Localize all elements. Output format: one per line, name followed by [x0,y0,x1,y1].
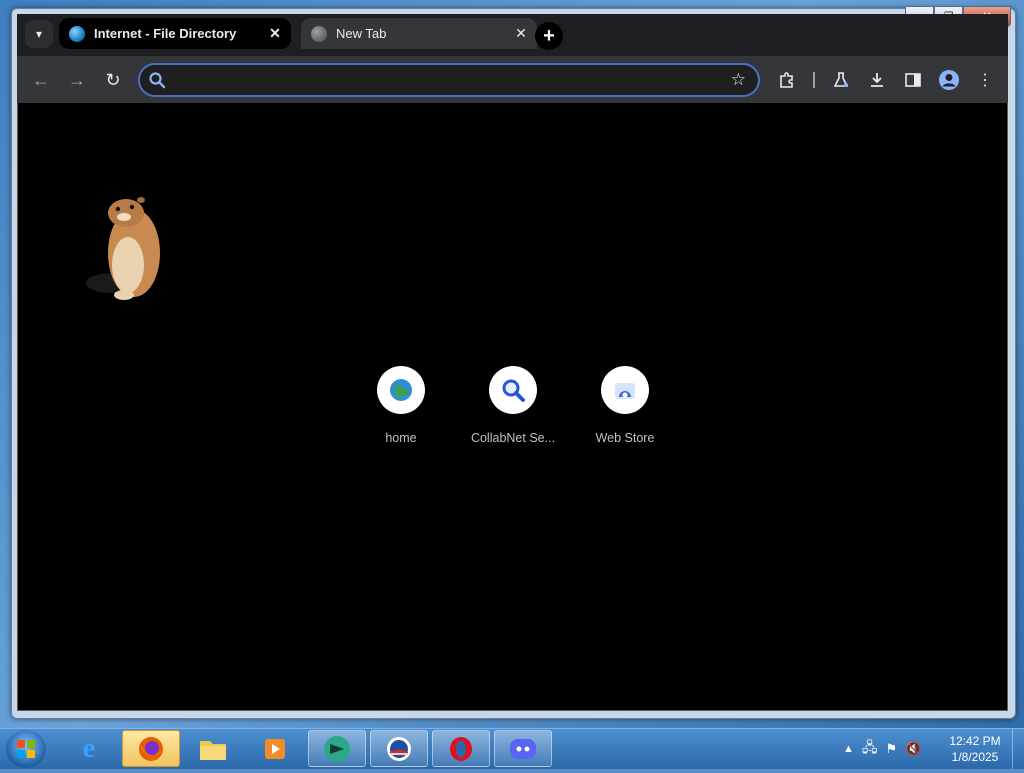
shortcut-tile[interactable] [377,366,425,414]
media-player-icon [265,738,285,759]
reload-button[interactable]: ↻ [101,68,125,92]
opera-icon [450,736,472,761]
download-icon [871,73,883,87]
address-bar[interactable]: ☆ [138,63,760,97]
tab-strip: ▾ Internet - File Directory ✕ New Tab ✕ … [17,14,1008,56]
folder-icon [200,740,226,760]
shortcut-web-store[interactable]: Web Store [569,366,681,445]
toolbar-divider [813,72,815,88]
clock-time: 12:42 PM [949,734,1001,748]
tray-expand-icon[interactable]: ▲ [843,743,854,755]
globe-icon [390,379,412,401]
obama-logo-icon [387,736,411,761]
shortcut-label: CollabNet Se... [470,431,556,445]
taskbar-file-explorer[interactable] [184,730,242,767]
taskbar-media-player[interactable] [246,730,304,767]
side-panel-icon [905,73,921,87]
tab-title: Internet - File Directory [94,26,237,41]
shortcut-tile[interactable] [489,366,537,414]
shortcut-label: Web Store [595,431,655,445]
shortcut-tile[interactable] [601,366,649,414]
arrow-left-icon: ← [32,69,50,90]
labs-button[interactable] [829,68,853,92]
new-tab-button[interactable]: + [535,22,563,50]
clock-date: 1/8/2025 [951,750,999,764]
search-icon [149,72,166,89]
puzzle-icon [780,72,793,88]
network-icon[interactable]: 🖧 [862,737,878,761]
more-vertical-icon: ⋮ [977,72,993,89]
arrow-right-icon: → [68,69,86,90]
close-icon[interactable]: ✕ [511,24,531,44]
globe-icon [311,25,327,42]
browser-window: ▁ ❐ ✕ ▾ Internet - File Directory ✕ New … [11,6,1016,719]
tab-search-button[interactable]: ▾ [25,20,53,48]
flask-icon [833,72,849,87]
start-button[interactable] [6,730,46,768]
browser-frame: ▾ Internet - File Directory ✕ New Tab ✕ … [17,14,1008,711]
shortcut-home[interactable]: home [345,366,457,445]
taskbar-discord[interactable] [494,730,552,767]
back-button[interactable]: ← [29,68,53,92]
discord-icon [510,738,536,759]
plus-icon: + [543,25,555,47]
search-magnifier-icon [502,379,525,402]
hamster-image [86,197,160,300]
taskbar-internet-explorer[interactable]: e [60,730,118,767]
taskbar-firefox[interactable] [122,730,180,767]
web-store-icon [615,383,635,399]
profile-button[interactable] [937,68,961,92]
profile-avatar-icon [939,70,959,90]
volume-muted-icon[interactable]: 🔇 [905,741,921,757]
new-tab-page: home CollabNet Se... Web Store [17,103,1008,711]
system-tray: ▲ 🖧 ⚑ 🔇 [843,729,921,769]
reload-icon: ↻ [105,69,121,90]
taskbar-app-green[interactable] [308,730,366,767]
forward-button[interactable]: → [65,68,89,92]
address-input[interactable] [172,69,716,93]
downloads-button[interactable] [865,68,889,92]
browser-toolbar: ← → ↻ ☆ ⋮ [17,56,1008,103]
windows-logo-icon [17,740,35,758]
side-panel-button[interactable] [901,68,925,92]
menu-button[interactable]: ⋮ [973,68,997,92]
internet-explorer-icon: e [82,732,96,764]
clock[interactable]: 12:42 PM 1/8/2025 [940,733,1010,765]
close-icon[interactable]: ✕ [265,24,285,44]
desktop: ▁ ❐ ✕ ▾ Internet - File Directory ✕ New … [0,0,1024,769]
tab-internet-file-directory[interactable]: Internet - File Directory ✕ [59,18,291,49]
shortcut-collabnet[interactable]: CollabNet Se... [457,366,569,445]
tab-title: New Tab [336,26,387,41]
taskbar-opera[interactable] [432,730,490,767]
globe-icon [69,25,85,42]
taskbar-obama-logo-app[interactable] [370,730,428,767]
shortcut-label: home [385,431,417,445]
bookmark-star-icon[interactable]: ☆ [731,70,746,90]
show-desktop-button[interactable] [1012,729,1024,769]
green-app-icon [324,735,350,762]
chevron-down-icon: ▾ [35,27,43,41]
taskbar: e ▲ 🖧 ⚑ 🔇 12:42 PM 1/8/2025 [0,728,1024,769]
action-center-flag-icon[interactable]: ⚑ [886,741,898,757]
firefox-icon [139,736,163,761]
extensions-button[interactable] [775,68,799,92]
tab-new-tab[interactable]: New Tab ✕ [301,18,537,49]
